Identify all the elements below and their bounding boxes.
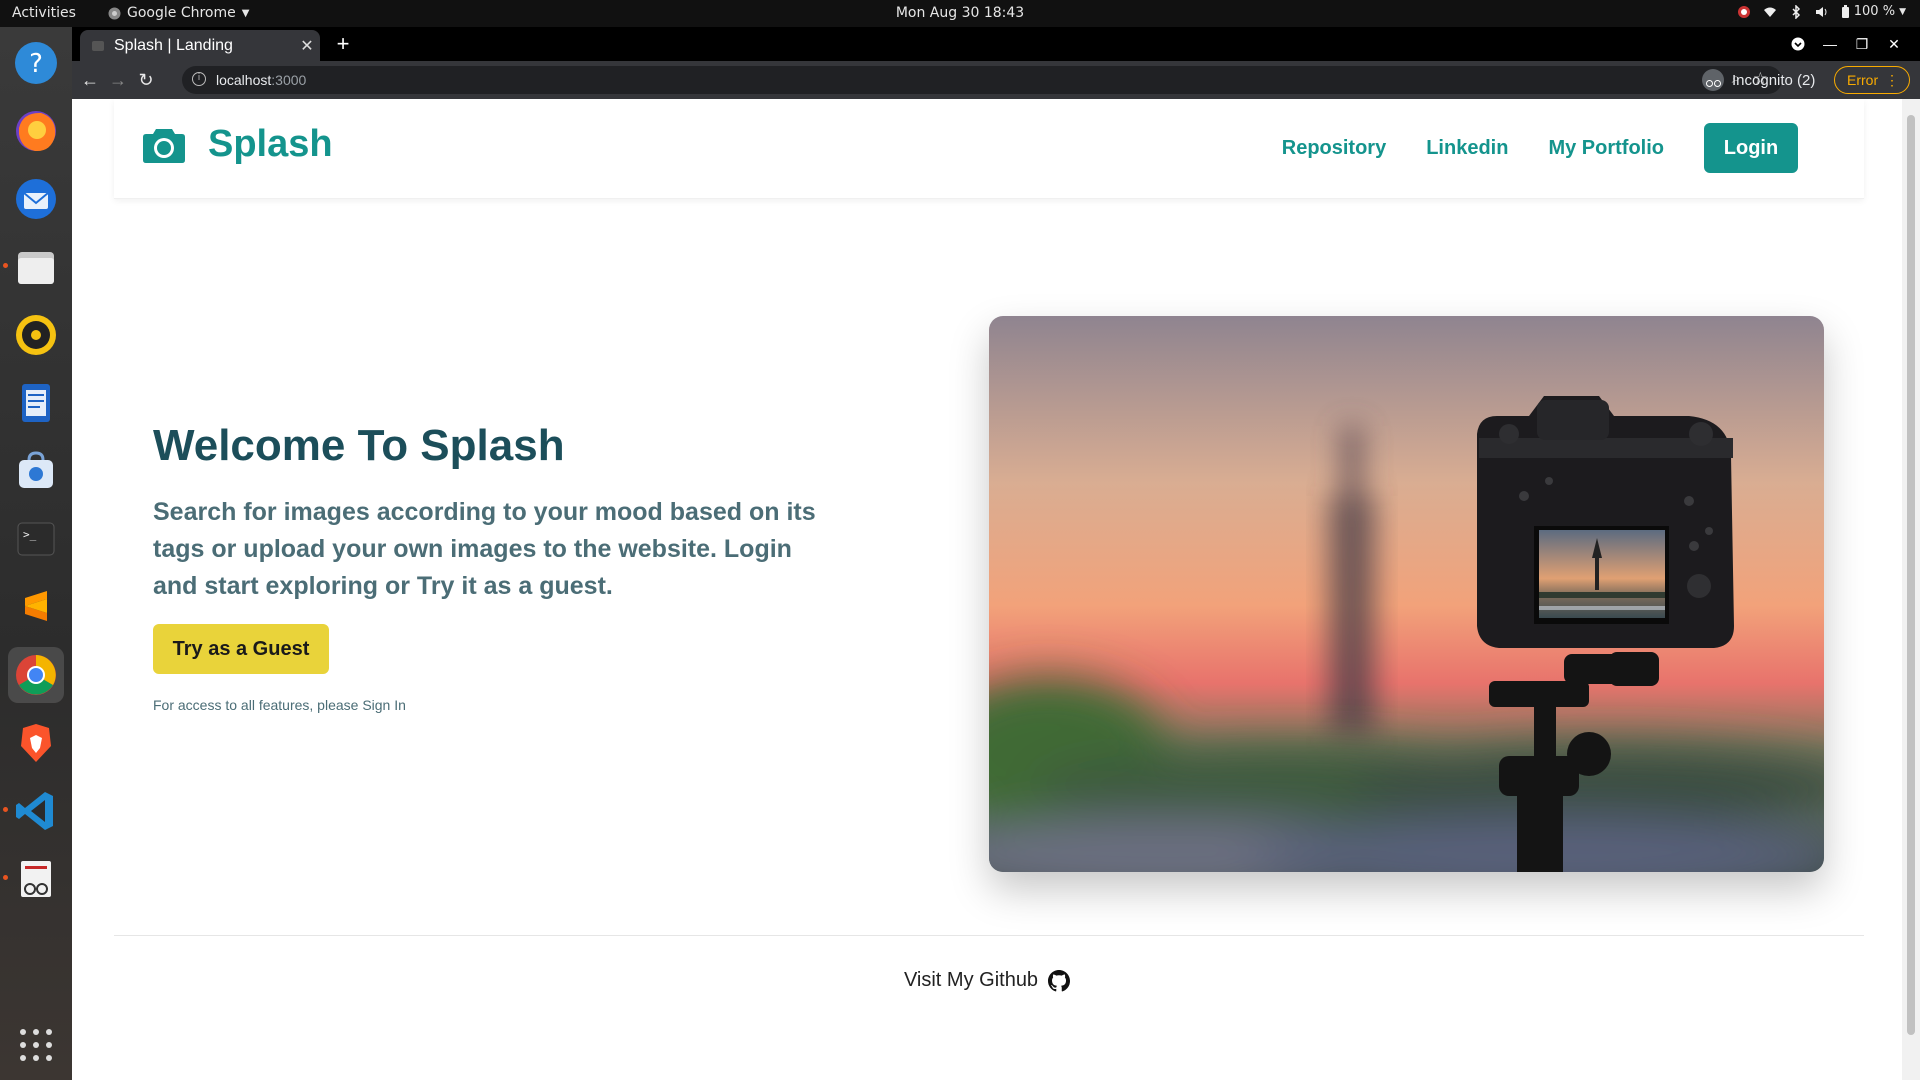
tab-splash-landing[interactable]: Splash | Landing ✕ bbox=[80, 30, 320, 61]
firefox-icon bbox=[16, 111, 56, 152]
forward-icon[interactable]: → bbox=[106, 68, 130, 92]
error-label: Error bbox=[1847, 72, 1879, 88]
site-brand[interactable]: Splash bbox=[142, 123, 333, 166]
vscode-icon bbox=[16, 792, 53, 830]
url-text: localhost:3000 bbox=[216, 72, 307, 88]
github-link-label: Visit My Github bbox=[903, 969, 1039, 991]
nav-portfolio-link[interactable]: My Portfolio bbox=[1548, 137, 1664, 160]
svg-text:>_: >_ bbox=[23, 528, 37, 541]
dock-software[interactable] bbox=[8, 443, 64, 499]
svg-text:?: ? bbox=[29, 49, 43, 79]
page-scrollbar[interactable] bbox=[1902, 99, 1920, 1080]
new-tab-button[interactable]: + bbox=[330, 31, 356, 57]
minimize-icon[interactable]: — bbox=[1814, 27, 1846, 61]
dock-screenshot-viewer[interactable] bbox=[8, 851, 64, 907]
camera-favicon-icon bbox=[92, 40, 104, 51]
rhythmbox-icon bbox=[16, 315, 56, 355]
scrollbar-thumb[interactable] bbox=[1907, 115, 1915, 1035]
notification-icon bbox=[1737, 5, 1750, 18]
error-pill-button[interactable]: Error ⋮ bbox=[1834, 66, 1910, 94]
try-as-guest-button[interactable]: Try as a Guest bbox=[153, 624, 329, 674]
restore-icon[interactable]: ❐ bbox=[1846, 27, 1878, 61]
chevron-down-icon: ▼ bbox=[1899, 6, 1906, 17]
brand-name: Splash bbox=[208, 123, 333, 165]
app-menu-label: Google Chrome bbox=[127, 5, 236, 21]
browser-window: Splash | Landing ✕ + — ❐ ✕ ← → ↻ i local… bbox=[72, 27, 1920, 1080]
help-icon: ? bbox=[15, 42, 57, 84]
footer: Visit My Github bbox=[72, 969, 1902, 992]
tab-title: Splash | Landing bbox=[114, 36, 233, 54]
chevron-down-icon: ▼ bbox=[241, 7, 250, 19]
chrome-small-icon bbox=[108, 7, 121, 19]
battery-icon bbox=[1841, 4, 1849, 18]
camera-on-tripod-image bbox=[989, 316, 1824, 872]
screenshot-viewer-icon bbox=[21, 861, 51, 897]
thunderbird-icon bbox=[16, 179, 56, 219]
volume-icon bbox=[1815, 6, 1827, 17]
terminal-icon: >_ bbox=[17, 522, 55, 556]
activities-button[interactable]: Activities bbox=[12, 5, 76, 21]
wifi-icon bbox=[1763, 7, 1776, 17]
dock-files[interactable] bbox=[8, 239, 64, 295]
software-icon bbox=[19, 451, 53, 488]
dock-vscode[interactable] bbox=[8, 783, 64, 839]
system-top-bar: Activities Google Chrome ▼ Mon Aug 30 18… bbox=[0, 0, 1920, 27]
writer-icon bbox=[22, 384, 50, 422]
sublime-icon bbox=[25, 591, 47, 621]
dock-rhythmbox[interactable] bbox=[8, 307, 64, 363]
dock-terminal[interactable]: >_ bbox=[8, 511, 64, 567]
dock-brave[interactable] bbox=[8, 715, 64, 771]
dock-writer[interactable] bbox=[8, 375, 64, 431]
dock-sublime[interactable] bbox=[8, 579, 64, 635]
footer-divider bbox=[114, 935, 1864, 936]
site-navbar: Splash Repository Linkedin My Portfolio … bbox=[114, 99, 1864, 199]
dock-firefox[interactable] bbox=[8, 103, 64, 159]
close-window-icon[interactable]: ✕ bbox=[1878, 27, 1910, 61]
more-vertical-icon: ⋮ bbox=[1885, 72, 1899, 88]
github-link[interactable]: Visit My Github bbox=[903, 969, 1071, 992]
incognito-icon bbox=[1702, 69, 1724, 91]
dock-thunderbird[interactable] bbox=[8, 171, 64, 227]
camera-icon bbox=[143, 128, 185, 163]
clock[interactable]: Mon Aug 30 18:43 bbox=[896, 5, 1024, 21]
hero-camera-photo bbox=[989, 316, 1824, 872]
tab-strip: Splash | Landing ✕ + — ❐ ✕ bbox=[72, 27, 1920, 61]
hero-description: Search for images according to your mood… bbox=[153, 498, 816, 600]
nav-linkedin-link[interactable]: Linkedin bbox=[1426, 137, 1508, 160]
web-page: Splash Repository Linkedin My Portfolio … bbox=[72, 99, 1902, 1080]
bluetooth-icon bbox=[1792, 4, 1800, 19]
github-icon bbox=[1048, 969, 1071, 991]
nav-repository-link[interactable]: Repository bbox=[1282, 137, 1386, 160]
nav-links: Repository Linkedin My Portfolio Login bbox=[1282, 123, 1798, 173]
dock-chrome[interactable] bbox=[8, 647, 64, 703]
dock: ? >_ bbox=[0, 27, 72, 1080]
browser-toolbar: ← → ↻ i localhost:3000 ⌕ ☆ Incognito (2)… bbox=[72, 61, 1920, 99]
address-bar[interactable]: i localhost:3000 ⌕ ☆ bbox=[182, 66, 1782, 94]
brave-icon bbox=[21, 724, 51, 762]
incognito-label: Incognito (2) bbox=[1732, 71, 1816, 89]
show-apps-button[interactable] bbox=[20, 1029, 52, 1061]
hero-title: Welcome To Splash bbox=[153, 421, 565, 470]
login-button[interactable]: Login bbox=[1704, 123, 1798, 173]
system-tray[interactable]: 100 % ▼ bbox=[1737, 4, 1906, 19]
close-icon[interactable]: ✕ bbox=[294, 36, 320, 56]
dock-help[interactable]: ? bbox=[8, 35, 64, 91]
site-info-icon[interactable]: i bbox=[192, 72, 206, 86]
sign-in-note: For access to all features, please Sign … bbox=[153, 697, 406, 713]
incognito-indicator[interactable]: Incognito (2) bbox=[1702, 67, 1815, 93]
tab-search-icon[interactable] bbox=[1782, 27, 1814, 61]
files-icon bbox=[18, 252, 54, 284]
back-icon[interactable]: ← bbox=[78, 68, 102, 92]
battery-percent: 100 % bbox=[1853, 4, 1896, 19]
app-menu[interactable]: Google Chrome ▼ bbox=[108, 5, 249, 21]
reload-icon[interactable]: ↻ bbox=[134, 68, 158, 92]
chrome-icon bbox=[16, 655, 56, 695]
